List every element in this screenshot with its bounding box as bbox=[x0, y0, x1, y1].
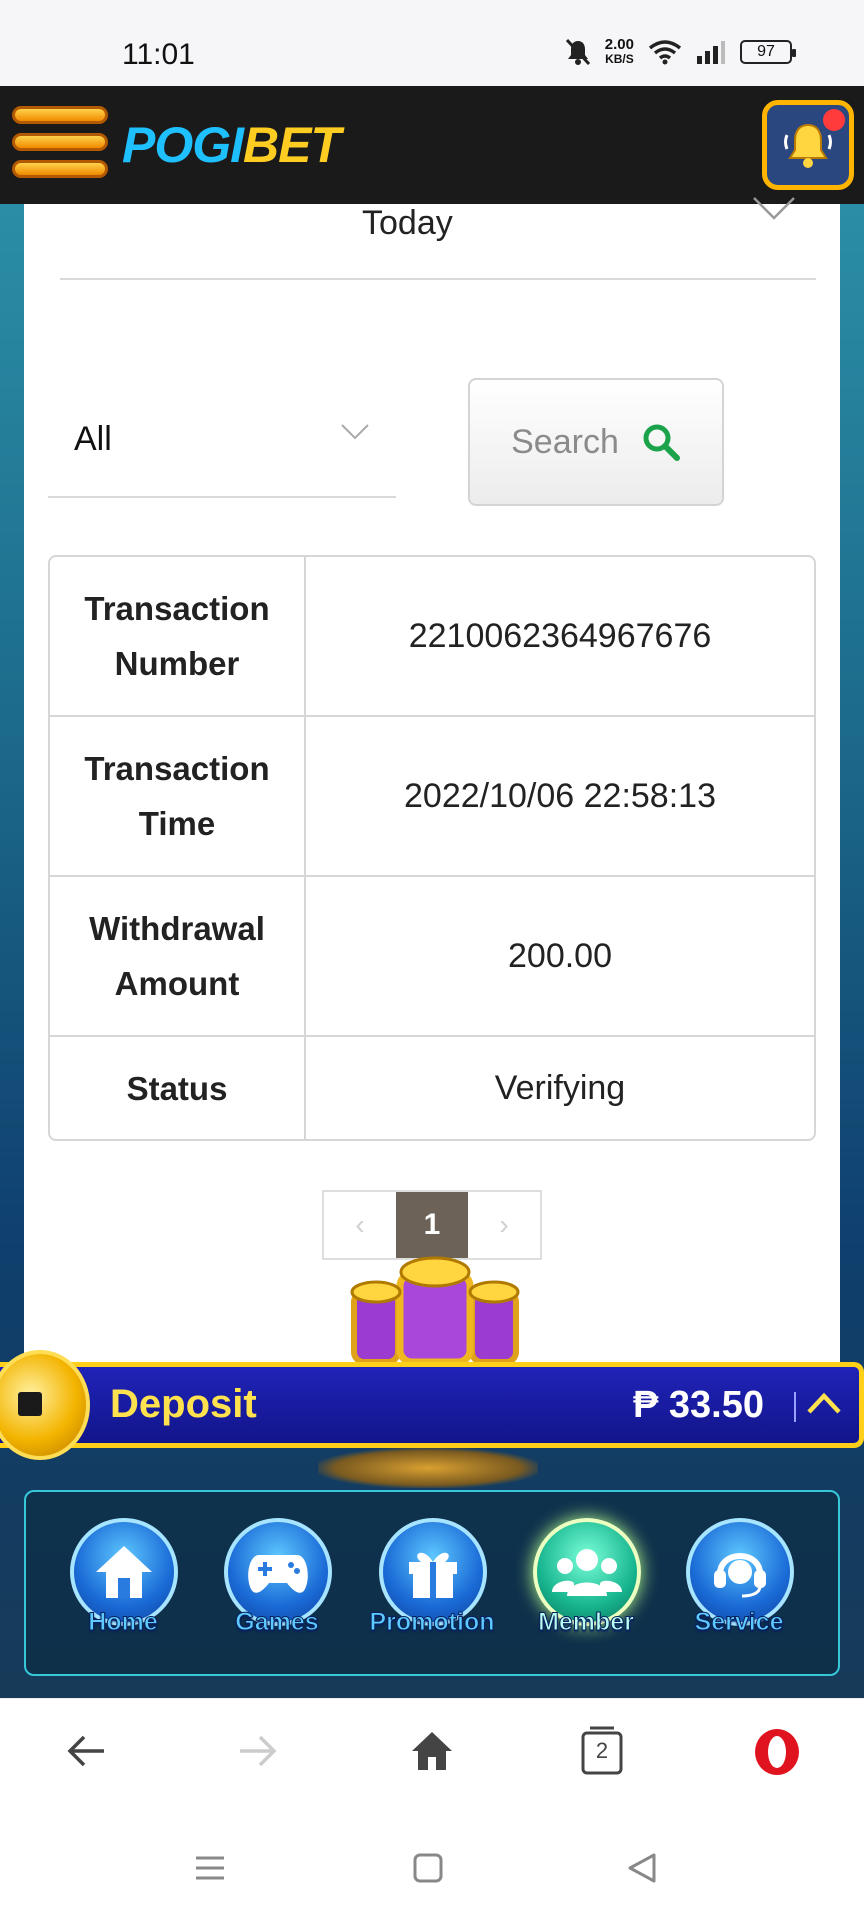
app-header: POGIBET bbox=[0, 86, 864, 204]
home-square-icon[interactable] bbox=[410, 1850, 446, 1886]
table-row: Withdrawal Amount 200.00 bbox=[50, 877, 814, 1037]
tab-count: 2 bbox=[595, 1738, 609, 1763]
tabs-button[interactable]: 2 bbox=[580, 1725, 624, 1775]
row-label: Withdrawal Amount bbox=[50, 877, 306, 1035]
pagination: ‹ 1 › bbox=[322, 1190, 542, 1260]
back-triangle-icon[interactable] bbox=[624, 1850, 660, 1886]
row-value: 200.00 bbox=[508, 936, 612, 975]
chevron-down-icon bbox=[341, 424, 369, 440]
current-page[interactable]: 1 bbox=[396, 1192, 468, 1258]
nav-label: Member bbox=[538, 1608, 635, 1637]
nav-label: Home bbox=[88, 1608, 158, 1637]
nav-member[interactable]: Member bbox=[521, 1518, 651, 1668]
row-label: Transaction Time bbox=[50, 717, 306, 875]
network-speed: 2.00 KB/S bbox=[604, 36, 634, 66]
search-button[interactable]: Search bbox=[468, 378, 724, 506]
chevron-down-icon bbox=[753, 197, 795, 220]
transaction-table: Transaction Number 2210062364967676 Tran… bbox=[48, 555, 816, 1141]
transaction-type-select[interactable]: All bbox=[48, 400, 396, 498]
row-label: Transaction Number bbox=[50, 557, 306, 715]
date-range-value: Today bbox=[362, 204, 453, 242]
forward-arrow-icon[interactable] bbox=[236, 1729, 280, 1773]
notifications-muted-icon bbox=[565, 38, 590, 66]
status-time: 11:01 bbox=[122, 38, 195, 71]
deposit-label[interactable]: Deposit bbox=[110, 1382, 257, 1427]
row-value: 2022/10/06 22:58:13 bbox=[404, 776, 716, 815]
notification-badge bbox=[823, 109, 845, 131]
status-bar: 11:01 2.00 KB/S 97 bbox=[0, 0, 864, 86]
battery-indicator: 97 bbox=[740, 40, 796, 64]
opera-icon[interactable] bbox=[752, 1727, 802, 1777]
nav-label: Promotion bbox=[369, 1608, 495, 1637]
home-icon[interactable] bbox=[410, 1729, 454, 1773]
table-row: Transaction Time 2022/10/06 22:58:13 bbox=[50, 717, 814, 877]
nav-games[interactable]: Games bbox=[212, 1518, 342, 1668]
pogibet-logo[interactable]: POGIBET bbox=[122, 116, 341, 174]
notification-button[interactable] bbox=[762, 100, 854, 190]
recent-apps-icon[interactable] bbox=[192, 1850, 228, 1886]
nav-promotion[interactable]: Promotion bbox=[367, 1518, 497, 1668]
browser-toolbar: 2 bbox=[0, 1698, 864, 1820]
wallet-balance: ₱ 33.50 bbox=[633, 1384, 764, 1426]
status-icons: 2.00 KB/S 97 bbox=[565, 36, 796, 66]
row-value: 2210062364967676 bbox=[408, 616, 712, 655]
nav-label: Games bbox=[235, 1608, 319, 1637]
type-select-value: All bbox=[74, 420, 112, 458]
wifi-icon bbox=[648, 40, 682, 65]
divider bbox=[794, 1392, 796, 1422]
next-page-button[interactable]: › bbox=[468, 1192, 540, 1258]
cannon-decoration bbox=[350, 1256, 520, 1362]
table-row: Transaction Number 2210062364967676 bbox=[50, 557, 814, 717]
chevron-up-icon[interactable] bbox=[806, 1388, 842, 1418]
back-arrow-icon[interactable] bbox=[64, 1729, 108, 1773]
search-label: Search bbox=[511, 422, 619, 461]
search-icon bbox=[643, 424, 680, 461]
nav-label: Service bbox=[694, 1608, 784, 1637]
status-value: Verifying bbox=[494, 1068, 626, 1107]
row-label: Status bbox=[50, 1037, 306, 1139]
prev-page-button[interactable]: ‹ bbox=[324, 1192, 396, 1258]
table-row: Status Verifying bbox=[50, 1037, 814, 1139]
system-navigation-bar bbox=[0, 1820, 864, 1920]
nav-home[interactable]: Home bbox=[58, 1518, 188, 1668]
signal-icon bbox=[697, 41, 725, 64]
date-range-select[interactable]: Today bbox=[60, 197, 816, 280]
menu-icon[interactable] bbox=[12, 106, 108, 186]
nav-service[interactable]: Service bbox=[674, 1518, 804, 1668]
cannon-base-decoration bbox=[318, 1448, 538, 1488]
